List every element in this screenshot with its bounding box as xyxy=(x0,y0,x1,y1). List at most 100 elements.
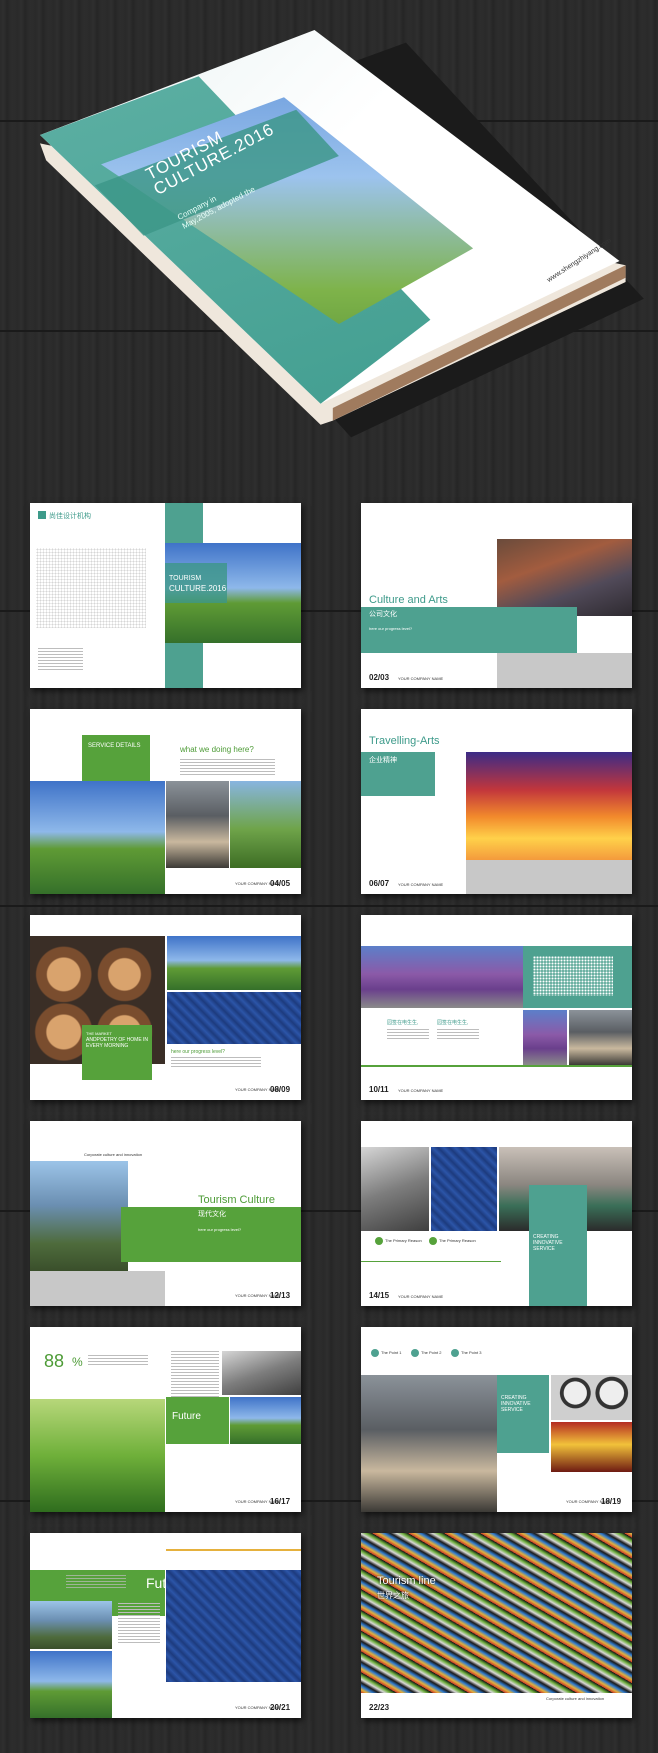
spread-innovative-service: CREATING INNOVATIVE SERVICE The Primary … xyxy=(361,1121,632,1306)
grey-block xyxy=(497,653,632,688)
box-label: SERVICE DETAILS xyxy=(88,743,141,749)
spread-subtitle: 世界之旅 xyxy=(377,1591,409,1600)
photo-cooling-towers xyxy=(166,781,229,868)
photo-plant xyxy=(569,1010,632,1065)
page-number: 14/15 xyxy=(369,1291,390,1300)
spread-title: Future xyxy=(172,1411,201,1422)
point-1: The Point 1 xyxy=(381,1350,402,1355)
photo-engineer xyxy=(30,1601,112,1649)
yellow-rule xyxy=(166,1549,301,1551)
quote-line3: EVERY MORNING xyxy=(86,1043,129,1049)
company-name: YOUR COMPANY NAME xyxy=(398,1088,444,1093)
page-number: 20/21 xyxy=(270,1703,291,1712)
percent-sign: % xyxy=(72,1355,83,1369)
photo-solar-array xyxy=(431,1147,497,1231)
point-icon-3 xyxy=(451,1349,459,1357)
photo-machinery xyxy=(222,1351,301,1395)
spread-future-88: 88 % Future YOUR COMPANY NAME 16/17 xyxy=(30,1327,301,1512)
world-map-graphic xyxy=(533,956,613,996)
reason-2: The Primary Reason xyxy=(439,1238,476,1243)
spread-title-line2: CULTURE.2016 xyxy=(169,584,227,593)
spread-title: Travelling-Arts xyxy=(369,735,440,747)
percent-value: 88 xyxy=(44,1351,65,1371)
kicker: Corporate culture and innovation xyxy=(84,1152,143,1157)
photo-power-field xyxy=(230,781,301,868)
caption-2: 园签在电生生, xyxy=(437,1020,469,1026)
page-number: 16/17 xyxy=(270,1497,291,1506)
photo-pylon-worker xyxy=(30,1161,128,1271)
body-text xyxy=(180,759,275,777)
photo-sky-pylon xyxy=(230,1397,301,1444)
spread-title: Culture and Arts xyxy=(369,594,448,606)
page-number: 08/09 xyxy=(270,1085,291,1094)
photo-solar-wind xyxy=(30,781,165,894)
photo-pylon-purple xyxy=(523,1010,567,1065)
reason-1: The Primary Reason xyxy=(385,1238,422,1243)
photo-steel-structure xyxy=(361,1147,429,1231)
photo-solar-worker xyxy=(167,992,301,1044)
company-name: YOUR COMPANY NAME xyxy=(398,676,444,681)
page-number: 06/07 xyxy=(369,879,390,888)
page-number: 12/13 xyxy=(270,1291,291,1300)
point-icon-1 xyxy=(371,1349,379,1357)
spread-batteries: THE MARKET ANDPOETRY OF HOME IN EVERY MO… xyxy=(30,915,301,1100)
photo-pylons-sunrise xyxy=(30,1399,165,1512)
spread-title: Tourism Culture xyxy=(198,1194,276,1206)
spread-service-details: SERVICE DETAILS what we doing here? YOUR… xyxy=(30,709,301,894)
photo-industrial xyxy=(497,539,632,616)
body-text-2 xyxy=(437,1029,479,1041)
body-text-1 xyxy=(387,1029,429,1041)
cover-book-mockup: TOURISM CULTURE.2016 Company in May,2005… xyxy=(40,30,650,450)
company-name: YOUR COMPANY NAME xyxy=(398,882,444,887)
tagline: here our progress level? xyxy=(171,1049,225,1055)
photo-red-machine xyxy=(551,1422,632,1472)
green-divider xyxy=(361,1065,632,1067)
photo-solar-farm xyxy=(166,1570,301,1682)
spread-culture-and-arts: Culture and Arts 公司文化 here our progress … xyxy=(361,503,632,688)
logo-text: 尚佳设计机构 xyxy=(49,513,91,520)
section-heading: what we doing here? xyxy=(180,745,254,754)
quote-line1: THE MARKET xyxy=(86,1031,112,1036)
company-name: YOUR COMPANY NAME xyxy=(398,1294,444,1299)
tagline: here our progress level? xyxy=(198,1227,242,1232)
spread-title-line1: TOURISM xyxy=(169,575,202,582)
logo-icon xyxy=(38,511,46,519)
tagline: here our progress level? xyxy=(369,626,413,631)
point-3: The Point 3 xyxy=(461,1350,482,1355)
grey-block xyxy=(30,1271,165,1306)
page-number: 18/19 xyxy=(601,1497,622,1506)
photo-cooling-tower xyxy=(361,1375,497,1512)
spread-subtitle: 现代文化 xyxy=(198,1211,226,1218)
body-text xyxy=(171,1057,261,1069)
page-number: 02/03 xyxy=(369,673,390,682)
contact-text xyxy=(38,648,83,670)
spread-cover-flat: 尚佳设计机构 TOURISM CULTURE.2016 xyxy=(30,503,301,688)
kicker: Corporate culture and innovation xyxy=(546,1696,605,1701)
photo-pylon-sunset xyxy=(466,752,632,860)
grey-block xyxy=(466,860,632,894)
band-text xyxy=(66,1575,126,1589)
caption-1: 园签在电生生, xyxy=(387,1020,419,1026)
teal-map-panel xyxy=(523,946,632,1008)
world-dot-map xyxy=(36,548,146,628)
spread-three-points: The Point 1 The Point 2 The Point 3 CREA… xyxy=(361,1327,632,1512)
spread-travelling-arts: Travelling-Arts 企业精神 06/07 YOUR COMPANY … xyxy=(361,709,632,894)
photo-light-bulbs xyxy=(167,936,301,990)
green-divider xyxy=(361,1261,501,1262)
spread-tourism-culture: Corporate culture and innovation Tourism… xyxy=(30,1121,301,1306)
page-number: 04/05 xyxy=(270,879,291,888)
point-icon-2 xyxy=(411,1349,419,1357)
photo-wind-turbines xyxy=(30,1651,112,1718)
spread-world-map: 园签在电生生, 园签在电生生, 10/11 YOUR COMPANY NAME xyxy=(361,915,632,1100)
spread-subtitle: 企业精神 xyxy=(369,757,397,764)
reason-icon-1 xyxy=(375,1237,383,1245)
page-number: 22/23 xyxy=(369,1703,390,1712)
box-line3: SERVICE xyxy=(533,1246,555,1252)
spread-title: Tourism line xyxy=(377,1575,436,1587)
reason-icon-2 xyxy=(429,1237,437,1245)
point-2: The Point 2 xyxy=(421,1350,442,1355)
photo-fans xyxy=(551,1375,632,1420)
title-panel xyxy=(165,563,227,603)
spread-future-solar: Future YOUR COMPANY NAME 20/21 xyxy=(30,1533,301,1718)
spread-subtitle: 公司文化 xyxy=(369,611,397,618)
